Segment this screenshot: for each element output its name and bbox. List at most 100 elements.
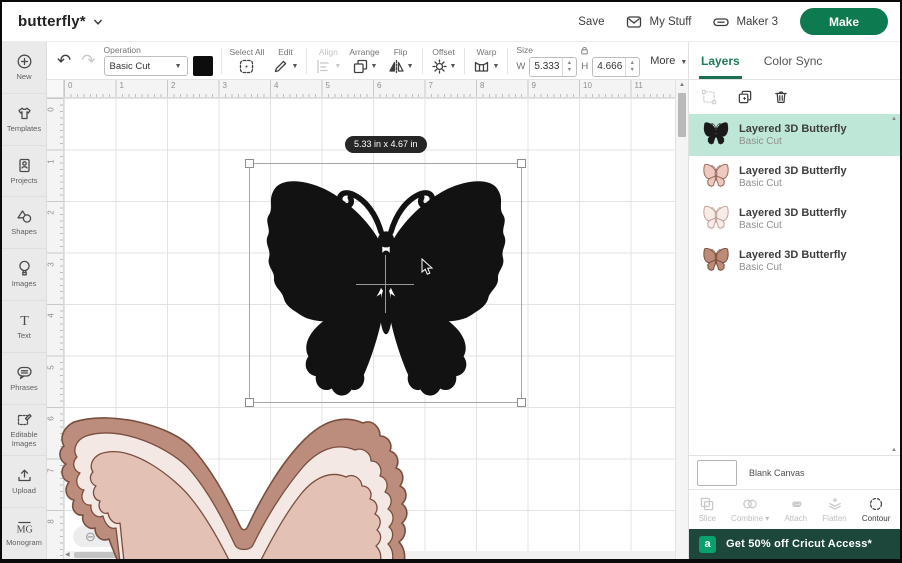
ruler-number: 1: [47, 158, 56, 164]
warp-icon: [475, 61, 489, 72]
sidebar-item-templates[interactable]: Templates: [2, 92, 46, 145]
redo-button[interactable]: ↷: [81, 51, 95, 71]
balloon-icon: [18, 261, 30, 276]
promo-text: Get 50% off Cricut Access*: [726, 538, 873, 550]
svg-text:MG: MG: [16, 525, 32, 536]
warp-button[interactable]: Warp ▼: [473, 47, 499, 75]
my-stuff-button[interactable]: My Stuff: [626, 14, 691, 30]
operation-select[interactable]: Basic Cut ▼: [103, 56, 188, 76]
sidebar-item-label: Images: [11, 279, 37, 289]
ruler-number: 9: [531, 81, 536, 90]
trash-icon[interactable]: [773, 89, 789, 105]
save-button[interactable]: Save: [578, 16, 604, 28]
chevron-down-icon[interactable]: [93, 17, 103, 27]
cutting-machine-icon: [713, 17, 730, 26]
layered-pink-butterfly-shape[interactable]: [52, 410, 417, 559]
scroll-down-arrow[interactable]: ▲: [689, 447, 900, 455]
layer-row[interactable]: Layered 3D Butterfly Basic Cut: [689, 114, 900, 156]
tshirt-icon: [17, 107, 31, 120]
project-title[interactable]: butterfly*: [18, 13, 86, 30]
scroll-up-arrow[interactable]: ▲: [891, 116, 897, 122]
top-bar: butterfly* Save My Stuff Maker 3 Make: [2, 2, 900, 42]
layers-list: ▲ Layered 3D Butterfly Basic Cut Layered…: [689, 114, 900, 282]
design-canvas[interactable]: 01234567891011 012345678 ⊖ 100% ⊕ 5.33 i…: [47, 80, 688, 559]
resize-handle-bottom-left[interactable]: [245, 398, 254, 407]
machine-select[interactable]: Maker 3: [713, 14, 778, 30]
height-stepper[interactable]: ▲ ▼: [625, 57, 638, 76]
layer-row[interactable]: Layered 3D Butterfly Basic Cut: [689, 240, 900, 282]
tab-color-sync[interactable]: Color Sync: [764, 42, 823, 79]
sidebar-item-label: New: [16, 72, 32, 82]
contour-icon: [870, 497, 883, 511]
width-label: W: [516, 61, 526, 72]
flip-button[interactable]: Flip ▼: [388, 47, 414, 75]
more-button[interactable]: More ▼: [650, 55, 687, 67]
sidebar-item-label: Upload: [12, 486, 36, 496]
offset-button[interactable]: Offset ▼: [431, 47, 456, 75]
sidebar-item-shapes[interactable]: Shapes: [2, 196, 46, 248]
vertical-scrollbar[interactable]: ▲: [675, 80, 688, 559]
sidebar-item-projects[interactable]: Projects: [2, 144, 46, 197]
tool-label: Flatten: [822, 514, 847, 523]
sidebar-item-text[interactable]: T Text: [2, 299, 46, 352]
size-tooltip: 5.33 in x 4.67 in: [345, 136, 427, 153]
sidebar-item-editable-images[interactable]: Editable Images: [2, 403, 46, 456]
layers-empty-space: [689, 282, 900, 447]
resize-handle-bottom-right[interactable]: [517, 398, 526, 407]
height-input[interactable]: [593, 57, 626, 76]
layer-tools: Slice Combine ▾ Attach Flatten Contour: [689, 489, 900, 529]
align-icon: [317, 59, 330, 73]
layer-title: Layered 3D Butterfly: [739, 207, 847, 219]
edit-button[interactable]: Edit ▼: [272, 47, 298, 75]
combine-icon: [743, 499, 757, 509]
contour-button[interactable]: Contour: [862, 496, 890, 523]
align-button[interactable]: Align ▼: [315, 47, 341, 75]
arrange-button[interactable]: Arrange ▼: [349, 47, 380, 75]
envelope-icon: [627, 15, 642, 28]
color-swatch[interactable]: [192, 56, 213, 76]
select-all-button[interactable]: Select All: [230, 47, 264, 75]
resize-handle-top-left[interactable]: [245, 159, 254, 168]
resize-handle-top-right[interactable]: [517, 159, 526, 168]
layer-row[interactable]: Layered 3D Butterfly Basic Cut: [689, 198, 900, 240]
size-label: Size: [516, 45, 533, 55]
layer-title: Layered 3D Butterfly: [739, 165, 847, 177]
lock-button[interactable]: [579, 45, 590, 56]
height-label: H: [581, 61, 589, 72]
sidebar-item-new[interactable]: New: [2, 42, 46, 93]
mouse-cursor: [421, 258, 434, 275]
width-stepper[interactable]: ▲ ▼: [562, 57, 575, 76]
combine-button[interactable]: Combine ▾: [731, 496, 769, 523]
sidebar-item-phrases[interactable]: Phrases: [2, 351, 46, 404]
promo-banner[interactable]: a Get 50% off Cricut Access*: [689, 529, 900, 559]
vertical-scroll-thumb[interactable]: [678, 93, 686, 137]
undo-button[interactable]: ↶: [57, 51, 71, 71]
slice-icon: [700, 497, 714, 511]
sidebar-item-images[interactable]: Images: [2, 248, 46, 300]
ruler-number: 2: [47, 210, 56, 215]
sidebar-item-label: Templates: [6, 123, 42, 133]
flatten-button[interactable]: Flatten: [822, 496, 847, 523]
canvas-color-swatch[interactable]: [697, 459, 737, 486]
attach-button[interactable]: Attach: [784, 496, 807, 523]
tab-layers[interactable]: Layers: [699, 42, 742, 79]
width-input[interactable]: [530, 57, 563, 76]
tool-label: Attach: [784, 514, 808, 523]
make-button[interactable]: Make: [800, 8, 888, 35]
layer-title: Layered 3D Butterfly: [739, 123, 847, 135]
plus-circle-icon: [17, 54, 31, 69]
layer-row[interactable]: Layered 3D Butterfly Basic Cut: [689, 156, 900, 198]
editable-frame-icon: [17, 414, 32, 426]
group-icon[interactable]: [701, 89, 717, 105]
duplicate-icon[interactable]: [737, 89, 753, 105]
flatten-icon: [828, 497, 841, 510]
sidebar-item-upload[interactable]: Upload: [2, 455, 46, 507]
sidebar-item-label: Phrases: [10, 382, 38, 392]
layer-thumbnail: [703, 163, 729, 192]
slice-button[interactable]: Slice: [699, 496, 716, 523]
ruler-number: 3: [47, 261, 56, 267]
sidebar-item-monogram[interactable]: MG Monogram: [2, 507, 46, 559]
ruler-number: 1: [119, 81, 124, 90]
ruler-number: 2: [171, 81, 176, 90]
ruler-number: 11: [634, 81, 643, 90]
